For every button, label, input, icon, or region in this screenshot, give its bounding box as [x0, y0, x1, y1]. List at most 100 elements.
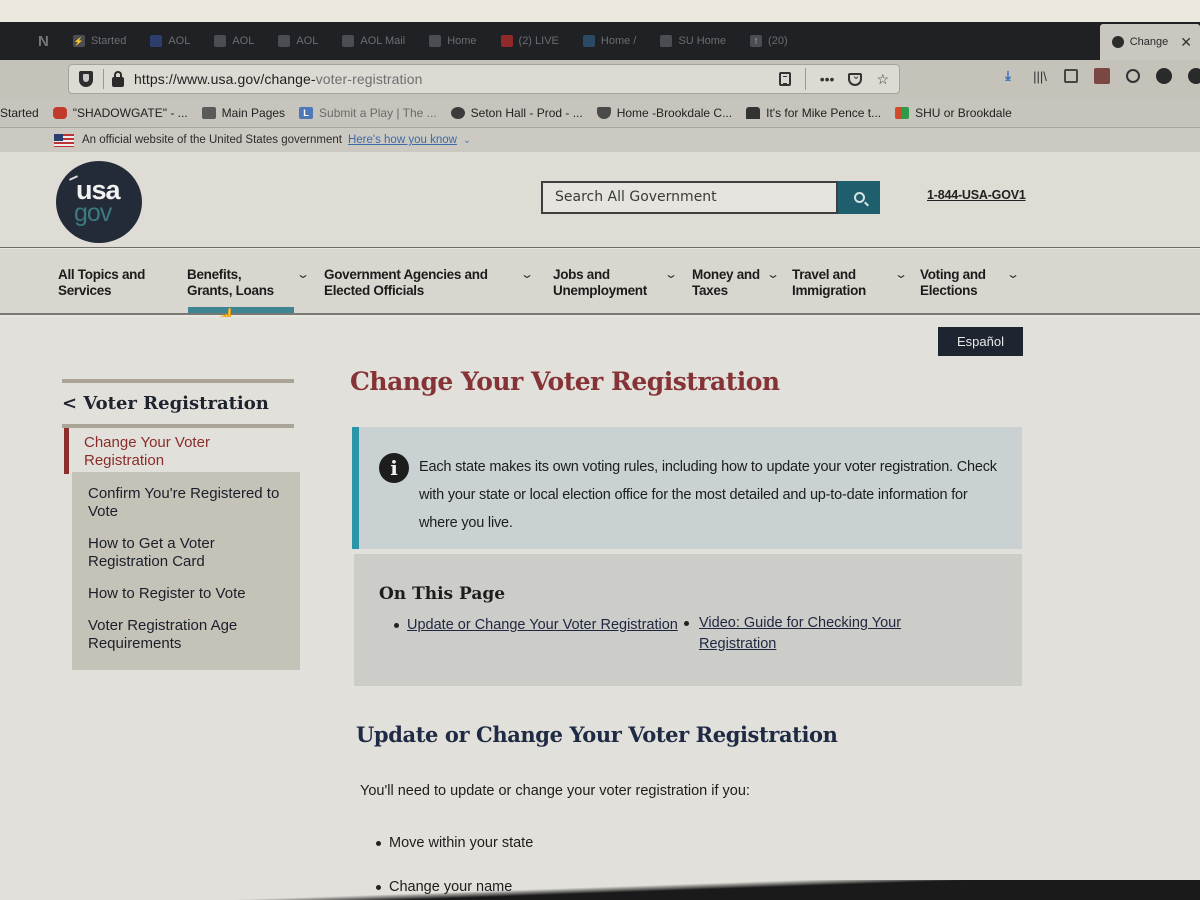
side-navigation: < Voter Registration Change Your Voter R… — [62, 379, 300, 670]
on-this-page-link[interactable]: Video: Guide for Checking Your Registrat… — [699, 615, 901, 652]
folder-icon — [201, 106, 216, 119]
shield-icon — [596, 106, 611, 119]
sidebar-item-active[interactable]: Change Your Voter Registration — [64, 428, 300, 474]
letter-l-icon: L — [299, 106, 314, 119]
browser-tab[interactable]: N — [0, 22, 61, 60]
account-icon[interactable] — [1126, 69, 1140, 83]
netflix-icon: N — [38, 32, 49, 50]
section-intro: You'll need to update or change your vot… — [360, 783, 750, 799]
alert-text: Each state makes its own voting rules, i… — [419, 459, 997, 531]
gov-banner-text: An official website of the United States… — [82, 134, 342, 146]
sidebar-item[interactable]: Voter Registration Age Requirements — [72, 610, 300, 660]
gov-banner: An official website of the United States… — [0, 128, 1200, 152]
nav-voting[interactable]: Voting and Elections — [920, 267, 986, 299]
heres-how-you-know-link[interactable]: Here's how you know — [348, 134, 457, 146]
browser-tab[interactable]: f (20) — [738, 22, 800, 60]
youtube-icon — [52, 106, 67, 119]
browser-tab[interactable]: ⚡ Started — [61, 22, 138, 60]
microsoft-icon — [895, 106, 910, 119]
main-navigation: All Topics and Services Benefits, Grants, … — [0, 249, 1200, 315]
page-content: Español < Voter Registration Change Your… — [0, 317, 1200, 900]
section-title: Update or Change Your Voter Registration — [356, 722, 838, 747]
chevron-down-icon[interactable]: ⌄ — [766, 267, 780, 281]
extension-icon[interactable] — [1156, 68, 1172, 84]
bolt-icon: ⚡ — [72, 35, 85, 47]
bookmark-star-icon[interactable]: ☆ — [876, 71, 889, 88]
nav-benefits[interactable]: Benefits, Grants, Loans — [187, 267, 274, 299]
bookmarks-bar: Started "SHADOWGATE" - ... Main Pages LS… — [0, 98, 1200, 128]
search-icon — [853, 192, 865, 203]
pocket-icon[interactable] — [848, 69, 863, 86]
url-text[interactable]: https://www.usa.gov/change-voter-registr… — [134, 71, 423, 87]
phone-link[interactable]: 1-844-USA-GOV1 — [927, 188, 1026, 202]
aol-icon — [214, 35, 227, 47]
bookmark-item[interactable]: Started — [0, 106, 39, 120]
browser-toolbar: https://www.usa.gov/change-voter-registr… — [0, 60, 1200, 98]
chevron-down-icon[interactable]: ⌄ — [520, 267, 534, 281]
address-bar[interactable]: https://www.usa.gov/change-voter-registr… — [68, 64, 900, 94]
bookmark-item[interactable]: "SHADOWGATE" - ... — [52, 106, 188, 120]
twitter-icon — [582, 35, 595, 47]
chevron-down-icon[interactable]: ⌄ — [894, 267, 908, 281]
library-icon[interactable]: |||\ — [1032, 68, 1048, 84]
search-button[interactable] — [838, 181, 880, 214]
chevron-down-icon[interactable]: ⌄ — [664, 267, 678, 281]
extension-icon[interactable] — [1188, 68, 1200, 84]
aol-icon — [342, 35, 355, 47]
extension-icon[interactable] — [1094, 68, 1110, 84]
browser-tab[interactable]: SU Home — [648, 22, 738, 60]
divider — [62, 379, 294, 383]
browser-tab[interactable]: AOL Mail — [330, 22, 417, 60]
browser-tab[interactable]: AOL — [266, 22, 330, 60]
nav-government-agencies[interactable]: Government Agencies and Elected Officials — [324, 267, 488, 299]
nav-jobs[interactable]: Jobs and Unemployment — [553, 267, 647, 299]
nav-travel[interactable]: Travel and Immigration — [792, 267, 866, 299]
reader-view-icon[interactable] — [778, 72, 791, 86]
browser-tab[interactable]: (2) LIVE — [489, 22, 571, 60]
sidebar-back-link[interactable]: < Voter Registration — [62, 393, 300, 414]
page-title: Change Your Voter Registration — [350, 367, 780, 396]
page-icon — [1111, 36, 1124, 48]
lock-icon[interactable] — [112, 70, 124, 87]
sidebar-icon[interactable] — [1064, 69, 1078, 83]
info-icon: i — [379, 453, 409, 483]
sidebar-item[interactable]: How to Register to Vote — [72, 578, 300, 610]
more-actions-icon[interactable]: ••• — [820, 71, 835, 87]
sidebar-list: Confirm You're Registered to Vote How to… — [72, 472, 300, 670]
nav-all-topics[interactable]: All Topics and Services — [58, 267, 145, 299]
circle-icon — [450, 106, 465, 119]
search-input[interactable]: Search All Government — [541, 181, 838, 214]
browser-tab-active[interactable]: Change ✕ — [1099, 24, 1200, 60]
bookmark-folder[interactable]: Main Pages — [201, 106, 285, 120]
divider — [804, 68, 806, 90]
bookmark-item[interactable]: Seton Hall - Prod - ... — [450, 106, 583, 120]
bookmark-item[interactable]: It's for Mike Pence t... — [746, 106, 881, 120]
bookmark-item[interactable]: Home -Brookdale C... — [596, 106, 732, 120]
browser-tab[interactable]: AOL — [138, 22, 202, 60]
nav-active-indicator — [188, 307, 294, 313]
site-header: usa gov Search All Government 1-844-USA-… — [0, 152, 1200, 248]
espanol-button[interactable]: Español — [938, 327, 1023, 356]
on-this-page-item: Update or Change Your Voter Registration — [394, 617, 678, 633]
on-this-page-link[interactable]: Update or Change Your Voter Registration — [407, 617, 678, 633]
browser-tab[interactable]: AOL — [202, 22, 266, 60]
bullet — [394, 622, 399, 628]
browser-tab[interactable]: Home / — [571, 22, 648, 60]
tracking-shield-icon[interactable] — [79, 71, 93, 87]
bookmark-item[interactable]: L Submit a Play | The ... — [299, 106, 437, 120]
sidebar-item[interactable]: How to Get a Voter Registration Card — [72, 528, 300, 578]
close-tab-icon[interactable]: ✕ — [1180, 34, 1192, 51]
chevron-down-icon[interactable]: ⌄ — [463, 135, 471, 146]
monitor-bezel — [0, 0, 1200, 22]
hat-icon — [746, 106, 761, 119]
usagov-logo[interactable]: usa gov — [56, 161, 142, 243]
browser-tab[interactable]: Home — [417, 22, 488, 60]
sidebar-item[interactable]: Confirm You're Registered to Vote — [72, 478, 300, 528]
download-icon[interactable]: ⤓ — [1000, 68, 1016, 84]
chevron-down-icon[interactable]: ⌄ — [296, 267, 310, 281]
bullet — [376, 840, 381, 846]
nav-money[interactable]: Money and Taxes — [692, 267, 760, 299]
bookmark-item[interactable]: SHU or Brookdale — [895, 106, 1012, 120]
list-item: Move within your state — [376, 835, 533, 851]
chevron-down-icon[interactable]: ⌄ — [1006, 267, 1020, 281]
